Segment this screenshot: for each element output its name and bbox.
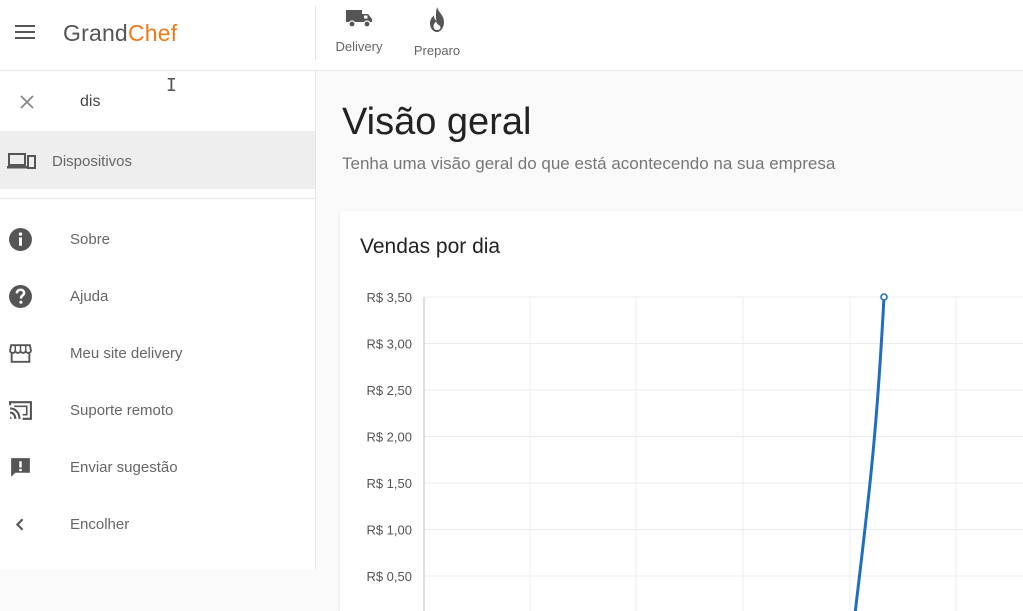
sidebar-item-label: Meu site delivery — [70, 345, 183, 362]
info-icon — [9, 228, 32, 251]
close-icon[interactable] — [16, 91, 38, 113]
storefront-icon — [9, 344, 32, 363]
delivery-button[interactable]: Delivery — [327, 6, 391, 62]
search-result-dispositivos[interactable]: Dispositivos — [0, 131, 315, 189]
data-point — [880, 293, 888, 301]
sidebar-item-encolher[interactable]: Encolher — [0, 499, 315, 549]
y-tick-label: R$ 3,50 — [366, 290, 412, 305]
page-subtitle: Tenha uma visão geral do que está aconte… — [342, 154, 836, 173]
brand-name-part2: Chef — [127, 20, 178, 46]
sidebar-item-ajuda[interactable]: Ajuda — [0, 271, 315, 321]
cast-icon — [9, 401, 32, 420]
preparo-button[interactable]: Preparo — [405, 6, 469, 62]
brand-logo: GrandChef — [63, 20, 177, 47]
sidebar-item-enviar-sugestao[interactable]: Enviar sugestão — [0, 442, 315, 492]
y-tick-label: R$ 0,50 — [366, 569, 412, 584]
search-row: I — [0, 71, 315, 131]
y-tick-label: R$ 2,00 — [366, 430, 412, 445]
brand-name-part1: Grand — [63, 20, 128, 46]
devices-icon — [7, 153, 36, 169]
menu-icon[interactable] — [13, 22, 37, 44]
sales-line-chart: R$ 3,50 R$ 3,00 R$ 2,50 R$ 2,00 R$ 1,50 R$ 1,… — [366, 290, 1023, 611]
sidebar-item-label: Sobre — [70, 231, 111, 248]
sidebar-item-label: Encolher — [70, 516, 130, 533]
sidebar-item-suporte-remoto[interactable]: Suporte remoto — [0, 385, 315, 435]
y-tick-label: R$ 1,00 — [366, 523, 412, 538]
sidebar-item-sobre[interactable]: Sobre — [0, 214, 315, 264]
y-tick-label: R$ 3,00 — [366, 337, 412, 352]
truck-icon — [346, 10, 372, 28]
text-cursor-icon: I — [166, 75, 177, 96]
flame-icon — [430, 7, 444, 32]
search-result-label: Dispositivos — [52, 153, 133, 170]
top-bar: GrandChef Delivery Preparo — [0, 0, 1023, 71]
chevron-left-icon — [15, 518, 24, 531]
sidebar-item-label: Suporte remoto — [70, 402, 174, 419]
sidebar-item-label: Ajuda — [70, 288, 109, 305]
help-icon — [9, 285, 32, 308]
y-tick-label: R$ 2,50 — [366, 383, 412, 398]
sales-chart-card: Vendas por dia R$ 3,50 R$ 3,00 R$ 2,50 R$ 2… — [340, 211, 1023, 611]
chart-title: Vendas por dia — [360, 235, 501, 258]
search-input[interactable] — [80, 89, 300, 115]
preparo-label: Preparo — [413, 43, 461, 58]
delivery-label: Delivery — [335, 39, 383, 54]
y-tick-label: R$ 1,50 — [366, 476, 412, 491]
sidebar: I Dispositivos Sobre Ajuda — [0, 71, 316, 569]
series-line — [853, 296, 886, 611]
main-content: Visão geral Tenha uma visão geral do que… — [316, 71, 1023, 611]
sidebar-divider — [0, 198, 315, 199]
feedback-icon — [11, 458, 30, 477]
sidebar-item-label: Enviar sugestão — [70, 459, 178, 476]
page-title: Visão geral — [342, 101, 532, 143]
topbar-divider — [315, 6, 316, 60]
sidebar-item-meu-site-delivery[interactable]: Meu site delivery — [0, 328, 315, 378]
